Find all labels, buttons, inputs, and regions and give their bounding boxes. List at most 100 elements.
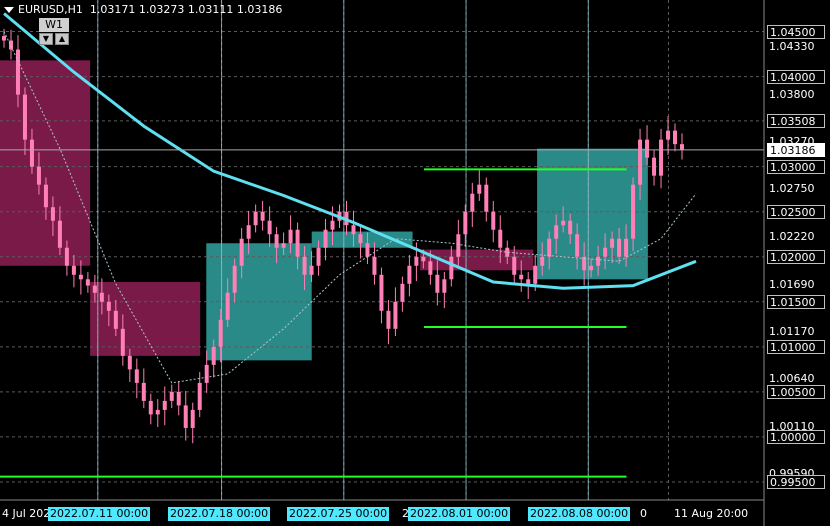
candle-body (428, 261, 433, 275)
candle-body (463, 211, 468, 235)
candle-body (498, 229, 503, 248)
candle-body (246, 225, 251, 239)
time-separator-label: 2022.07.18 00:00 (168, 507, 271, 521)
candle-body (372, 256, 377, 275)
price-tick-label: 1.03186 (767, 142, 825, 157)
candle-body (519, 274, 524, 280)
candle-body (323, 229, 328, 248)
price-chart[interactable] (0, 0, 830, 526)
candle-body (407, 265, 412, 284)
time-separator-label: 2022.08.08 00:00 (528, 507, 631, 521)
candle-body (645, 139, 650, 158)
candle-body (421, 256, 426, 262)
candle-body (358, 234, 363, 244)
candle-body (470, 193, 475, 212)
candle-body (631, 184, 636, 239)
timeframe-widget[interactable]: W1 ▼ ▲ (39, 18, 69, 46)
candle-body (666, 130, 671, 140)
price-tick-label: 0.99500 (767, 474, 825, 489)
price-tick-label: 1.02220 (769, 229, 815, 243)
candle-body (659, 139, 664, 176)
candle-body (540, 256, 545, 266)
price-tick-label: 1.01690 (769, 277, 815, 291)
price-tick-label: 1.04500 (767, 24, 825, 39)
timeframe-down-button[interactable]: ▼ (39, 33, 53, 45)
candle-body (484, 184, 489, 212)
candle-body (204, 364, 209, 383)
dropdown-triangle-icon[interactable] (4, 7, 14, 13)
candle-body (43, 184, 48, 208)
price-tick-label: 1.04330 (769, 39, 815, 53)
candle-body (260, 211, 265, 221)
price-tick-label: 1.01000 (767, 339, 825, 354)
candle-body (218, 319, 223, 347)
candle-body (267, 220, 272, 235)
candle-body (225, 292, 230, 320)
candle-body (106, 301, 111, 311)
price-tick-label: 1.02500 (767, 204, 825, 219)
candle-body (561, 220, 566, 226)
candle-body (190, 409, 195, 428)
candle-body (575, 234, 580, 257)
candle-body (449, 256, 454, 280)
candle-body (295, 229, 300, 257)
candle-body (120, 328, 125, 356)
candle-body (596, 256, 601, 266)
time-separator-label: 2022.08.01 00:00 (408, 507, 511, 521)
candle-body (512, 256, 517, 275)
chart-window[interactable]: EURUSD,H1 1.03171 1.03273 1.03111 1.0318… (0, 0, 830, 526)
candle-body (274, 234, 279, 248)
candle-body (393, 301, 398, 329)
candle-body (680, 144, 684, 150)
candle-body (162, 400, 167, 410)
candle-body (554, 225, 559, 239)
zone-magenta-0[interactable] (0, 60, 91, 266)
price-tick-label: 1.02000 (767, 249, 825, 264)
candle-body (316, 247, 321, 266)
price-tick-label: 1.02750 (769, 182, 815, 196)
time-tick-label: 0 (640, 507, 647, 520)
candle-body (211, 346, 216, 365)
candle-body (85, 279, 90, 286)
candle-body (589, 265, 594, 271)
candle-body (36, 166, 41, 185)
candle-body (155, 409, 160, 415)
candle-body (386, 310, 391, 329)
candle-body (183, 405, 188, 428)
candle-body (50, 207, 55, 221)
candle-body (253, 211, 258, 226)
candle-body (568, 220, 573, 235)
candle-body (197, 382, 202, 410)
candle-body (71, 265, 76, 275)
price-tick-label: 1.03800 (769, 87, 815, 101)
candle-body (141, 382, 146, 401)
ohlc-values: 1.03171 1.03273 1.03111 1.03186 (89, 3, 283, 16)
time-separator-label: 2022.07.25 00:00 (287, 507, 390, 521)
candle-body (232, 265, 237, 293)
candle-body (92, 285, 97, 293)
candle-body (610, 238, 615, 248)
candle-body (547, 238, 552, 257)
symbol-header[interactable]: EURUSD,H1 1.03171 1.03273 1.03111 1.0318… (4, 3, 282, 16)
candle-body (435, 274, 440, 293)
zone-magenta-1[interactable] (90, 281, 201, 356)
price-tick-label: 1.00500 (767, 384, 825, 399)
candle-body (148, 400, 153, 415)
timeframe-up-button[interactable]: ▲ (55, 33, 69, 45)
candle-body (379, 274, 384, 311)
symbol-name: EURUSD,H1 (18, 3, 83, 16)
price-tick-label: 1.01170 (769, 324, 815, 338)
time-tick-label: 11 Aug 20:00 (674, 507, 749, 520)
candle-body (134, 369, 139, 383)
candle-body (281, 243, 286, 248)
candle-body (400, 283, 405, 302)
candle-body (22, 94, 27, 140)
price-tick-label: 1.03000 (767, 159, 825, 174)
time-separator-label: 2022.07.11 00:00 (48, 507, 151, 521)
candle-body (113, 310, 118, 329)
price-tick-label: 1.01500 (767, 294, 825, 309)
candle-body (309, 265, 314, 275)
candle-body (477, 184, 482, 194)
candle-body (673, 130, 678, 145)
candle-body (603, 247, 608, 257)
